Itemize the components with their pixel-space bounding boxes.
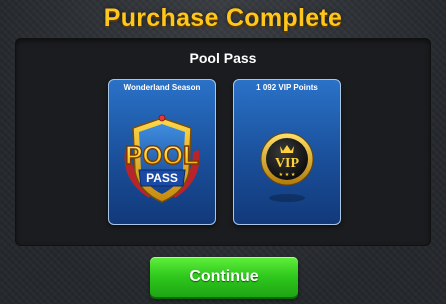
reward-label: 1 092 VIP Points xyxy=(256,83,318,92)
pool-pass-badge-icon: POOL PASS xyxy=(124,114,200,203)
badge-pool-text: POOL xyxy=(125,140,199,170)
continue-button[interactable]: Continue xyxy=(150,257,298,297)
badge-pass-text: PASS xyxy=(146,171,178,185)
reward-panel xyxy=(15,38,431,246)
reward-card-vip-points: VIP ★ ★ ★ 1 092 VIP Points xyxy=(233,79,341,225)
svg-text:★ ★ ★: ★ ★ ★ xyxy=(279,172,296,178)
reward-label: Wonderland Season xyxy=(123,83,201,92)
item-name: Pool Pass xyxy=(189,50,257,66)
dialog-title: Purchase Complete xyxy=(103,4,343,32)
vip-coin-icon: VIP ★ ★ ★ xyxy=(260,132,314,202)
reward-card-pool-pass: POOL PASS Wonderland Season xyxy=(108,79,216,225)
vip-coin-text: VIP xyxy=(275,156,300,171)
